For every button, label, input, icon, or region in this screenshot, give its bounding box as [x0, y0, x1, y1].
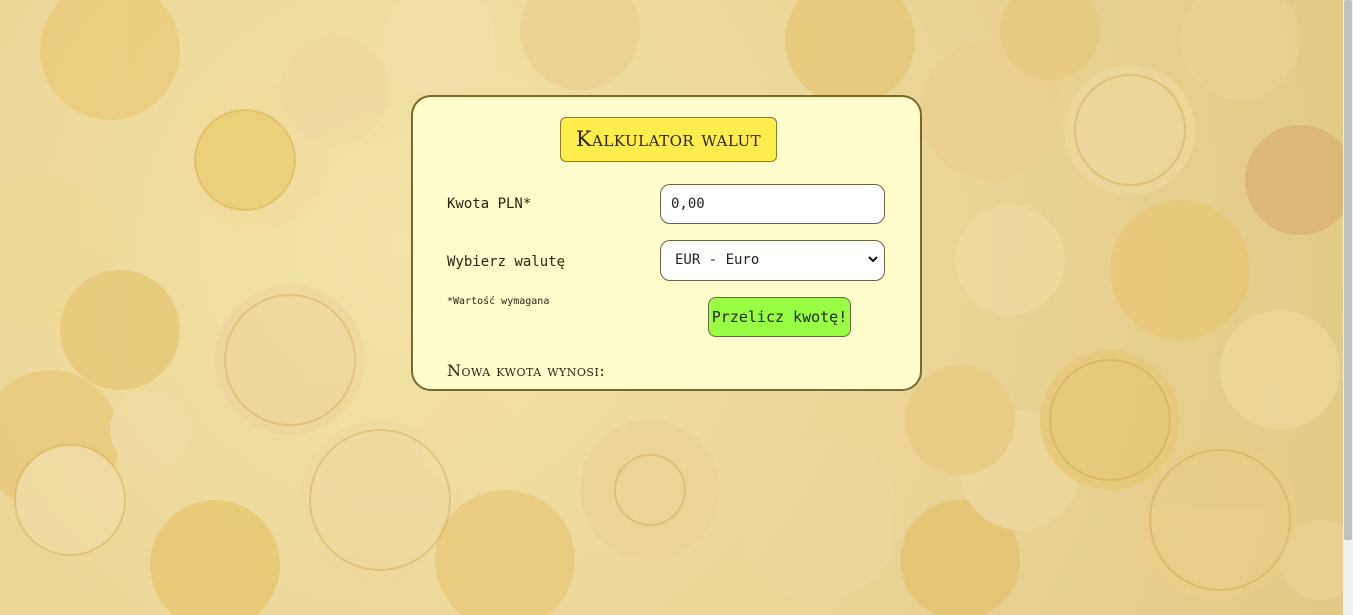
currency-label: Wybierz walutę [447, 254, 566, 270]
currency-select-value: EUR - Euro [675, 252, 760, 268]
convert-button[interactable]: Przelicz kwotę! [708, 297, 851, 337]
page-scrollbar[interactable] [1343, 0, 1353, 615]
required-note: *Wartość wymagana [447, 296, 550, 307]
chevron-down-icon [868, 256, 878, 263]
calculator-title: Kalkulator walut [560, 117, 777, 162]
currency-calculator-card: Kalkulator walut Kwota PLN* Wybierz walu… [411, 95, 922, 391]
amount-label: Kwota PLN* [447, 196, 532, 212]
result-label: Nowa kwota wynosi: [447, 361, 606, 380]
amount-input[interactable] [660, 184, 885, 224]
currency-select[interactable]: EUR - Euro [660, 240, 885, 281]
scrollbar-thumb[interactable] [1344, 0, 1352, 540]
